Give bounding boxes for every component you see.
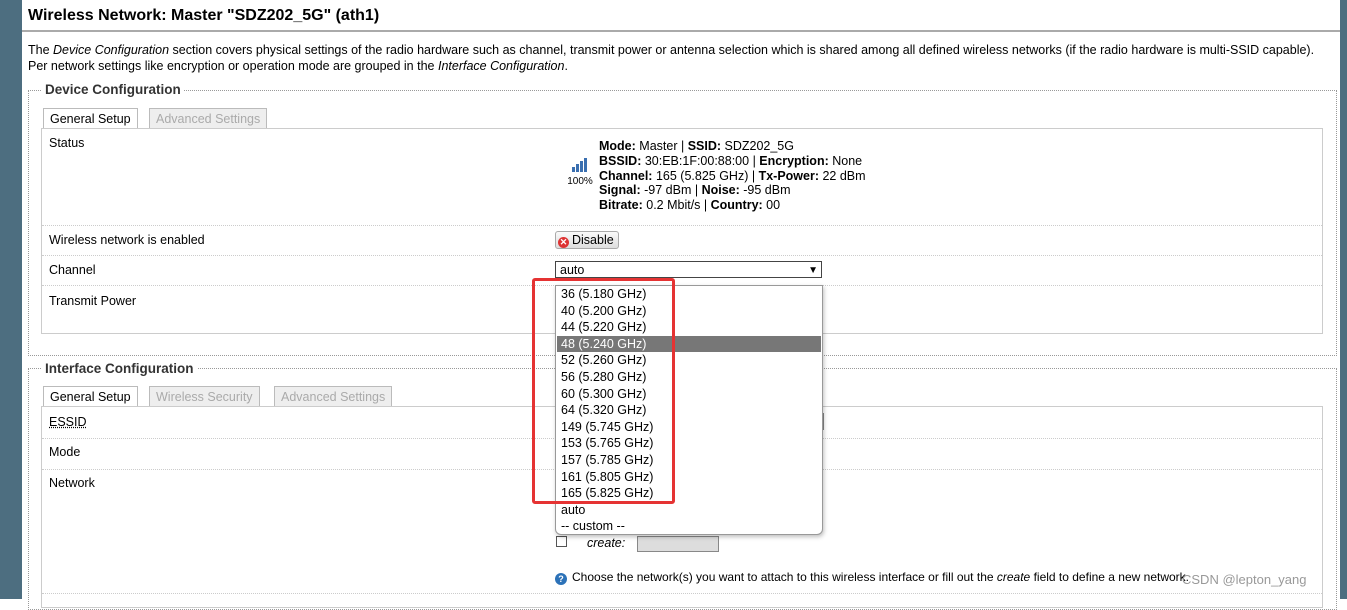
info-icon: ? xyxy=(555,573,567,585)
page-title: Wireless Network: Master "SDZ202_5G" (at… xyxy=(28,7,380,24)
tab-general-setup[interactable]: General Setup xyxy=(43,386,138,407)
status-line: Bitrate: 0.2 Mbit/s | Country: 00 xyxy=(599,198,781,213)
signal-icon xyxy=(572,156,588,172)
disable-button[interactable]: ✕ Disable xyxy=(555,231,619,249)
essid-label: ESSID xyxy=(49,415,87,429)
create-label: create: xyxy=(587,536,626,550)
watermark: CSDN @lepton_yang xyxy=(1182,572,1307,587)
tab-advanced-settings[interactable]: Advanced Settings xyxy=(149,108,268,128)
tab-advanced-settings[interactable]: Advanced Settings xyxy=(274,386,393,406)
channel-option[interactable]: auto xyxy=(557,502,821,519)
create-network-input[interactable] xyxy=(637,536,719,552)
channel-select[interactable]: auto ▼ xyxy=(555,261,822,278)
mode-label: Mode xyxy=(49,445,81,459)
tab-general-setup[interactable]: General Setup xyxy=(43,108,138,129)
enabled-label: Wireless network is enabled xyxy=(49,233,205,247)
status-label: Status xyxy=(49,136,85,150)
enabled-row: Wireless network is enabled xyxy=(42,225,1322,256)
page-description: The Device Configuration section covers … xyxy=(28,43,1315,73)
close-icon: ✕ xyxy=(558,237,569,248)
signal-indicator: 100% xyxy=(562,156,598,187)
channel-label: Channel xyxy=(49,263,96,277)
status-line: Channel: 165 (5.825 GHz) | Tx-Power: 22 … xyxy=(599,168,866,183)
title-bar: Wireless Network: Master "SDZ202_5G" (at… xyxy=(22,0,1340,32)
channel-option[interactable]: -- custom -- xyxy=(557,518,821,535)
status-line: BSSID: 30:EB:1F:00:88:00 | Encryption: N… xyxy=(599,153,863,168)
chevron-down-icon: ▼ xyxy=(808,265,818,276)
right-scrollbar-area xyxy=(1340,0,1347,599)
txpower-label: Transmit Power xyxy=(49,294,137,308)
status-details: Mode: Master | SSID: SDZ202_5G BSSID: 30… xyxy=(599,139,866,213)
network-label: Network xyxy=(49,476,95,490)
interface-config-legend: Interface Configuration xyxy=(42,361,197,376)
tab-wireless-security[interactable]: Wireless Security xyxy=(149,386,260,406)
status-line: Mode: Master | SSID: SDZ202_5G xyxy=(599,139,794,153)
annotation-highlight-box xyxy=(532,278,675,504)
left-border xyxy=(0,0,22,599)
network-help-text: ? Choose the network(s) you want to attac… xyxy=(555,570,1189,585)
device-config-legend: Device Configuration xyxy=(42,82,184,97)
signal-percent: 100% xyxy=(567,176,593,187)
status-line: Signal: -97 dBm | Noise: -95 dBm xyxy=(599,183,791,198)
page-content: Wireless Network: Master "SDZ202_5G" (at… xyxy=(22,0,1340,610)
create-network-checkbox[interactable] xyxy=(556,536,567,547)
